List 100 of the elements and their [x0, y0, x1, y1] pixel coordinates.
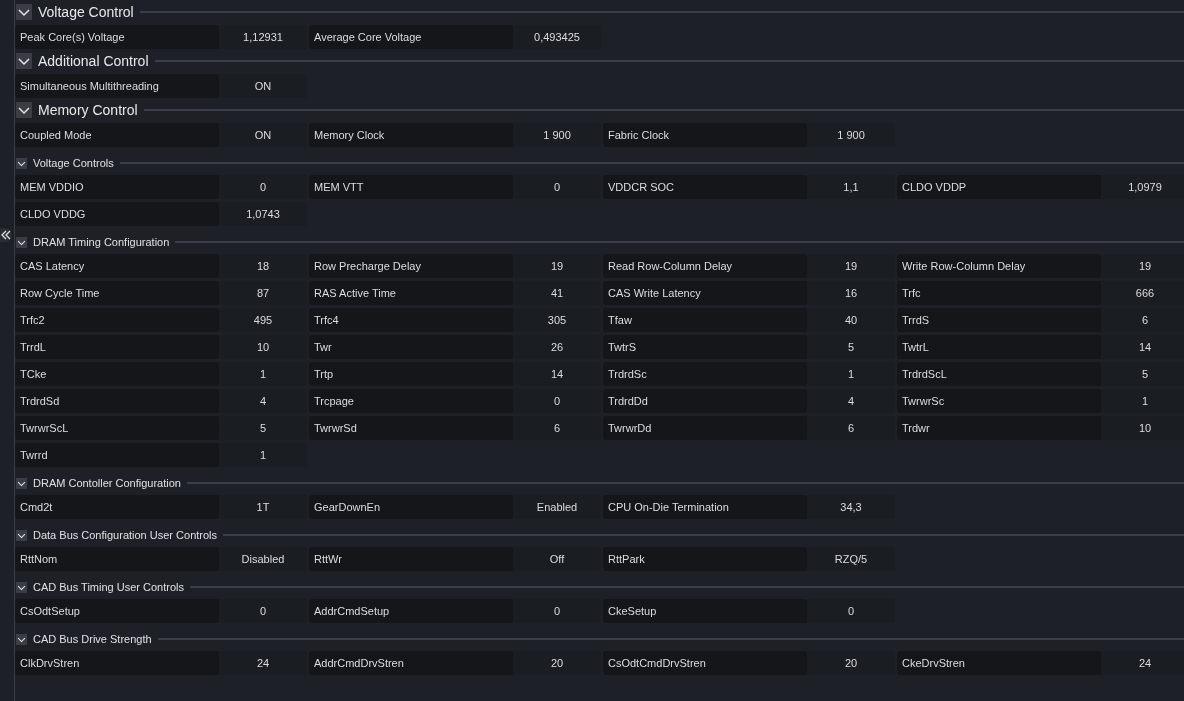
setting-value: 4 — [846, 393, 856, 409]
setting-value: 5 — [1140, 366, 1150, 382]
section-title: CAD Bus Drive Strength — [33, 631, 152, 647]
setting-label: TwtrS — [603, 335, 807, 359]
chevron-down-icon[interactable] — [16, 157, 27, 169]
setting-label: Trfc — [897, 281, 1101, 305]
setting-label: VDDCR SOC — [603, 175, 807, 199]
chevron-down-icon[interactable] — [16, 236, 27, 248]
setting-label: Trcpage — [309, 389, 513, 413]
setting-label: CsOdtSetup — [15, 599, 219, 623]
setting-value: 5 — [846, 339, 856, 355]
setting-label: CkeDrvStren — [897, 651, 1101, 675]
setting-label: TrdrdSd — [15, 389, 219, 413]
setting-label: RttNom — [15, 547, 219, 571]
setting-value: 20 — [549, 655, 565, 671]
setting-value: 0 — [552, 393, 562, 409]
chevron-down-icon[interactable] — [16, 53, 32, 69]
setting-value: 5 — [258, 420, 268, 436]
setting-label: AddrCmdDrvStren — [309, 651, 513, 675]
setting-value: 0 — [552, 603, 562, 619]
setting-label: CsOdtCmdDrvStren — [603, 651, 807, 675]
setting-label: Cmd2t — [15, 495, 219, 519]
chevron-down-icon[interactable] — [16, 4, 32, 20]
setting-value: 1 — [258, 447, 268, 463]
setting-label: RttPark — [603, 547, 807, 571]
setting-label: Read Row-Column Delay — [603, 254, 807, 278]
setting-label: Coupled Mode — [15, 123, 219, 147]
setting-value: 19 — [843, 258, 859, 274]
setting-value: 87 — [255, 285, 271, 301]
setting-label: TwtrL — [897, 335, 1101, 359]
setting-label: Row Cycle Time — [15, 281, 219, 305]
setting-value: 6 — [846, 420, 856, 436]
setting-value: Disabled — [240, 551, 286, 567]
setting-label: CLDO VDDP — [897, 175, 1101, 199]
section-title: Data Bus Configuration User Controls — [33, 527, 218, 543]
setting-label: Average Core Voltage — [309, 25, 513, 49]
setting-value: 40 — [843, 312, 859, 328]
setting-value: 1 — [1140, 393, 1150, 409]
setting-label: TrdrdDd — [603, 389, 807, 413]
setting-value: 24 — [1137, 655, 1153, 671]
setting-label: RAS Active Time — [309, 281, 513, 305]
setting-value: 0 — [846, 603, 856, 619]
setting-label: TwrwrScL — [15, 416, 219, 440]
setting-label: Trfc4 — [309, 308, 513, 332]
setting-label: Row Precharge Delay — [309, 254, 513, 278]
setting-label: CAS Latency — [15, 254, 219, 278]
chevron-down-icon[interactable] — [16, 477, 27, 489]
setting-value: 1,1 — [842, 179, 860, 195]
setting-value: 1 — [258, 366, 268, 382]
section-title: CAD Bus Timing User Controls — [33, 579, 184, 595]
setting-label: MEM VTT — [309, 175, 513, 199]
chevron-down-icon[interactable] — [16, 529, 27, 541]
setting-label: Tfaw — [603, 308, 807, 332]
setting-value: 1,0743 — [245, 206, 281, 222]
setting-label: Peak Core(s) Voltage — [15, 25, 219, 49]
section-title: DRAM Timing Configuration — [33, 234, 170, 250]
setting-value: 0 — [258, 179, 268, 195]
chevron-down-icon[interactable] — [16, 633, 27, 645]
setting-value: 6 — [552, 420, 562, 436]
setting-value: 666 — [1134, 285, 1156, 301]
setting-label: CAS Write Latency — [603, 281, 807, 305]
chevron-down-icon[interactable] — [16, 102, 32, 118]
setting-label: Twrrd — [15, 443, 219, 467]
section-title: Voltage Controls — [33, 155, 114, 171]
setting-label: TrrdS — [897, 308, 1101, 332]
setting-value: 1,0979 — [1127, 179, 1163, 195]
setting-value: 16 — [843, 285, 859, 301]
setting-value: 6 — [1140, 312, 1150, 328]
setting-label: CPU On-Die Termination — [603, 495, 807, 519]
setting-value: 19 — [1137, 258, 1153, 274]
setting-value: Enabled — [535, 499, 579, 515]
setting-value: 18 — [255, 258, 271, 274]
chevron-down-icon[interactable] — [16, 581, 27, 593]
setting-label: TwrwrSc — [897, 389, 1101, 413]
setting-value: 10 — [1137, 420, 1153, 436]
setting-label: GearDownEn — [309, 495, 513, 519]
setting-value: 20 — [843, 655, 859, 671]
setting-value: 14 — [1137, 339, 1153, 355]
setting-value: 14 — [549, 366, 565, 382]
setting-label: TwrwrDd — [603, 416, 807, 440]
setting-label: CLDO VDDG — [15, 202, 219, 226]
setting-value: ON — [253, 127, 273, 143]
setting-value: Off — [548, 551, 566, 567]
setting-label: Trtp — [309, 362, 513, 386]
setting-label: MEM VDDIO — [15, 175, 219, 199]
setting-label: Twr — [309, 335, 513, 359]
setting-label: TwrwrSd — [309, 416, 513, 440]
setting-value: 1T — [255, 499, 271, 515]
setting-value: 26 — [549, 339, 565, 355]
setting-value: 34,3 — [839, 499, 863, 515]
setting-value: 4 — [258, 393, 268, 409]
setting-label: TCke — [15, 362, 219, 386]
section-title: Voltage Control — [38, 2, 134, 22]
setting-label: Trdwr — [897, 416, 1101, 440]
collapse-panel-icon[interactable] — [0, 228, 12, 242]
setting-value: 0,493425 — [533, 29, 581, 45]
setting-label: AddrCmdSetup — [309, 599, 513, 623]
setting-value: ON — [253, 78, 273, 94]
setting-value: 495 — [252, 312, 274, 328]
setting-label: ClkDrvStren — [15, 651, 219, 675]
